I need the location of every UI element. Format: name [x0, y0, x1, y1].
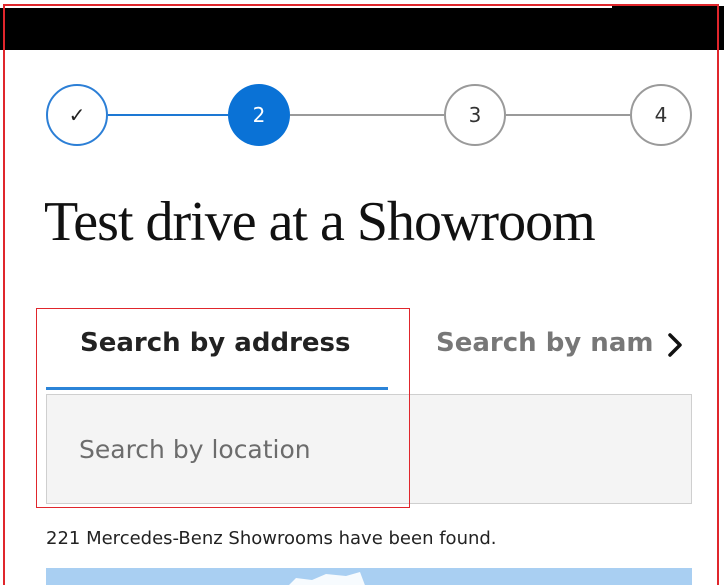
step-2-active[interactable]: 2 [228, 84, 290, 146]
results-count-text: 221 Mercedes-Benz Showrooms have been fo… [46, 528, 497, 549]
step-connector-3 [506, 114, 630, 116]
step-3[interactable]: 3 [444, 84, 506, 146]
step-number: 4 [654, 103, 668, 127]
page: ✓ 2 3 4 Test drive at a Showroom Search … [0, 0, 724, 585]
step-number: 3 [468, 103, 482, 127]
chevron-right-icon [668, 333, 682, 357]
top-bar-divider [0, 6, 612, 8]
step-4[interactable]: 4 [630, 84, 692, 146]
tab-search-by-name[interactable]: Search by name [436, 318, 652, 390]
step-number: 2 [252, 103, 266, 127]
tab-search-by-address[interactable]: Search by address [46, 318, 388, 390]
showroom-map[interactable] [46, 568, 692, 585]
top-bar [0, 6, 724, 50]
search-location-input[interactable] [46, 394, 692, 504]
tab-scroll-right-button[interactable] [660, 330, 690, 360]
step-connector-2 [290, 114, 444, 116]
step-1-completed[interactable]: ✓ [46, 84, 108, 146]
page-title: Test drive at a Showroom [44, 191, 596, 253]
map-landmass-shape [289, 572, 365, 585]
checkmark-icon: ✓ [68, 103, 86, 127]
progress-stepper: ✓ 2 3 4 [46, 84, 692, 146]
step-connector-1 [108, 114, 228, 116]
